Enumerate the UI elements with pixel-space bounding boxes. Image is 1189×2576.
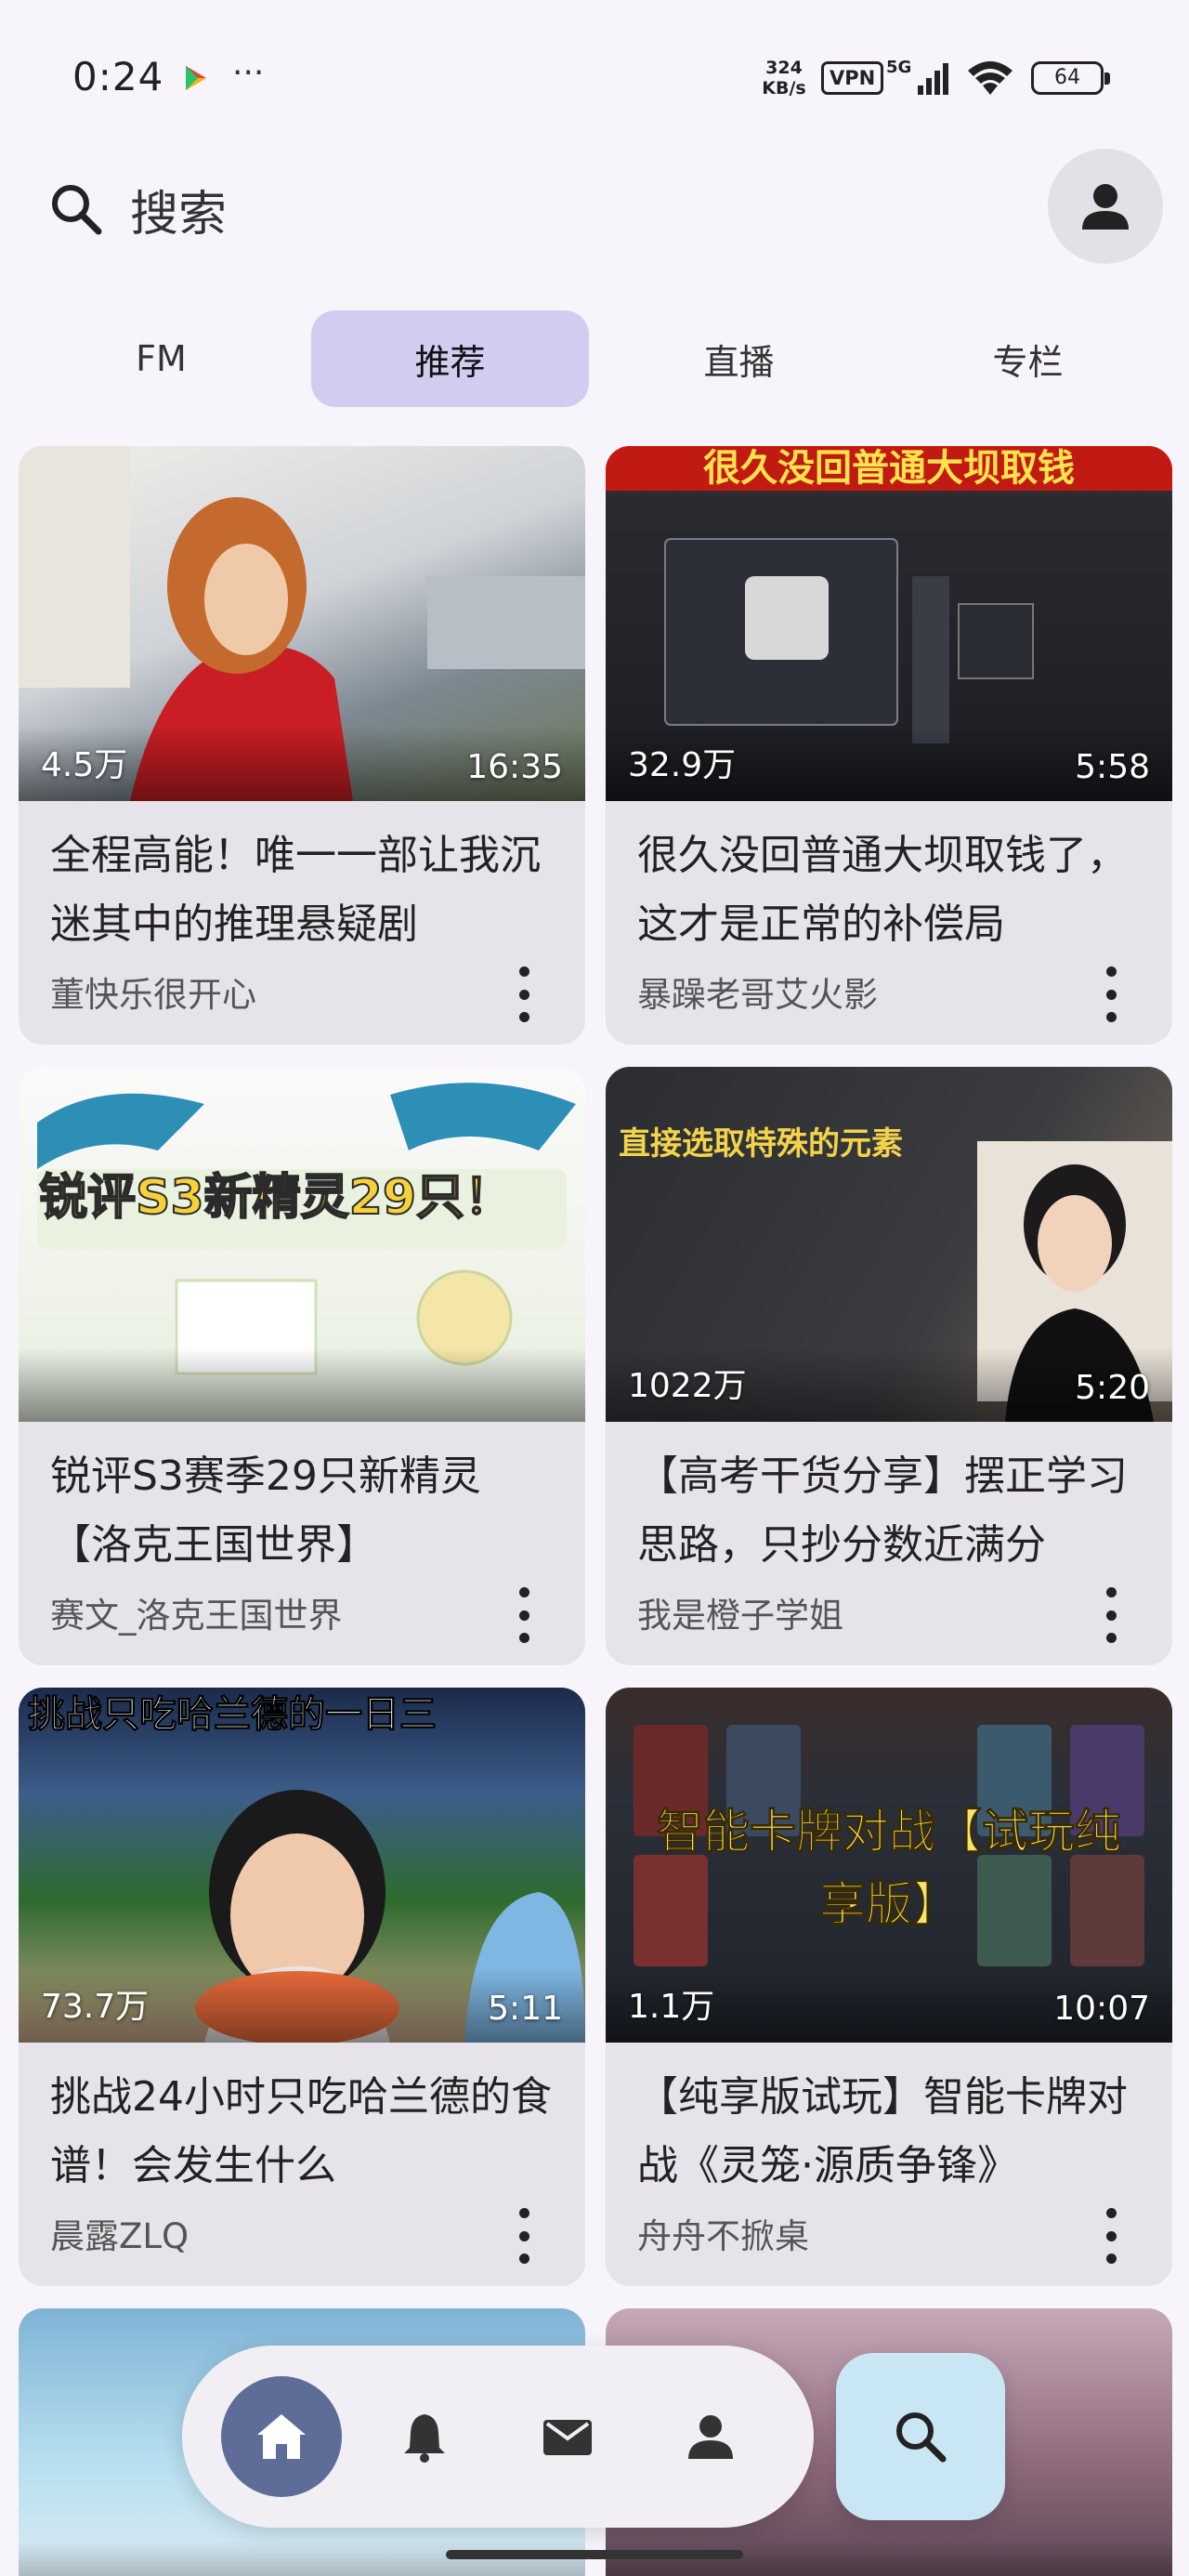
video-card[interactable]: 智能卡牌对战【试玩纯享版】 1.1万 10:07 【纯享版试玩】智能卡牌对战《灵… [606,1688,1172,2286]
network-speed-unit: KB/s [762,78,806,99]
mail-icon [543,2420,592,2455]
video-author[interactable]: 赛文_洛克王国世界 [50,1587,343,1637]
search-icon [896,2412,947,2463]
more-options-icon[interactable] [515,1587,533,1643]
bell-icon [404,2414,445,2463]
tab-live[interactable]: 直播 [594,310,883,407]
more-options-icon[interactable] [515,2208,533,2264]
battery-indicator: 64 [1031,61,1110,95]
video-card[interactable]: 挑战只吃哈兰德的一日三 73.7万 5:11 挑战24小时只吃哈兰德的食谱！会发… [19,1688,585,2286]
view-count: 32.9万 [628,746,737,784]
video-thumbnail: 很久没回普通大坝取钱 32.9万 5:58 [606,446,1172,801]
more-options-icon[interactable] [1102,1587,1120,1643]
video-thumbnail: 4.5万 16:35 [19,446,585,801]
wifi-icon [968,61,1013,95]
account-button[interactable] [1048,149,1163,264]
thumbnail-caption: 智能卡牌对战【试玩纯享版】 [657,1805,1122,1932]
more-options-icon[interactable] [515,966,533,1022]
nav-profile[interactable] [639,2365,782,2508]
video-title: 挑战24小时只吃哈兰德的食谱！会发生什么 [50,2073,552,2189]
video-author[interactable]: 董快乐很开心 [50,966,256,1017]
video-thumbnail: 直接选取特殊的元素 1022万 5:20 [606,1067,1172,1422]
home-icon [257,2414,306,2459]
video-card[interactable]: 锐评S3新精灵29只！ 锐评S3赛季29只新精灵【洛克王国世界】 赛文_洛克王国… [19,1067,585,1665]
network-speed: 324 KB/s [754,58,814,99]
video-author[interactable]: 暴躁老哥艾火影 [637,966,878,1017]
bottom-navigation [182,2346,814,2528]
video-title: 锐评S3赛季29只新精灵【洛克王国世界】 [50,1452,481,1569]
video-title: 全程高能！唯一一部让我沉迷其中的推理悬疑剧 [50,832,541,948]
tab-fm[interactable]: FM [17,310,306,407]
status-bar: 0:24 ··· 324 KB/s VPN 5G 64 [0,0,1189,158]
network-type: 5G [886,58,911,77]
video-title: 【纯享版试玩】智能卡牌对战《灵笼·源质争锋》 [637,2073,1128,2189]
video-duration: 5:20 [1075,1369,1150,1407]
video-title: 很久没回普通大坝取钱了，这才是正常的补偿局 [637,832,1128,948]
signal-icon: 5G [886,58,948,95]
tab-column[interactable]: 专栏 [883,310,1172,407]
search-icon [52,185,102,235]
video-thumbnail: 智能卡牌对战【试玩纯享版】 1.1万 10:07 [606,1688,1172,2043]
video-thumbnail: 挑战只吃哈兰德的一日三 73.7万 5:11 [19,1688,585,2043]
person-icon [1082,184,1129,230]
video-thumbnail: 锐评S3新精灵29只！ [19,1067,585,1422]
status-more-icon: ··· [232,54,265,92]
video-feed: 4.5万 16:35 全程高能！唯一一部让我沉迷其中的推理悬疑剧 董快乐很开心 … [19,446,1172,2576]
view-count: 1.1万 [628,1988,715,2026]
search-placeholder: 搜索 [130,186,228,243]
thumbnail-caption: 直接选取特殊的元素 [619,1125,903,1163]
video-duration: 5:11 [488,1990,563,2028]
thumbnail-illustration [37,1083,576,1375]
nav-search-button[interactable] [836,2353,1005,2520]
video-duration: 5:58 [1075,748,1150,786]
video-duration: 10:07 [1053,1990,1150,2028]
video-author[interactable]: 晨露ZLQ [50,2208,189,2258]
video-author[interactable]: 舟舟不掀桌 [637,2208,809,2258]
video-card[interactable]: 直接选取特殊的元素 1022万 5:20 【高考干货分享】摆正学习思路，只抄分数… [606,1067,1172,1665]
video-title: 【高考干货分享】摆正学习思路，只抄分数近满分 [637,1452,1128,1569]
view-count: 1022万 [628,1367,747,1405]
nav-messages[interactable] [496,2365,639,2508]
nav-home[interactable] [221,2376,342,2497]
status-time: 0:24 [72,54,164,99]
view-count: 4.5万 [41,746,128,784]
nav-notifications[interactable] [353,2365,496,2508]
home-indicator [446,2550,743,2559]
video-card[interactable]: 4.5万 16:35 全程高能！唯一一部让我沉迷其中的推理悬疑剧 董快乐很开心 [19,446,585,1045]
video-duration: 16:35 [466,748,563,786]
thumbnail-caption: 锐评S3新精灵29只！ [38,1170,514,1226]
category-tabs: FM 推荐 直播 专栏 [17,310,1172,407]
video-author[interactable]: 我是橙子学姐 [637,1587,843,1637]
tab-recommend[interactable]: 推荐 [311,310,589,407]
more-options-icon[interactable] [1102,2208,1120,2264]
search-bar[interactable]: 搜索 [46,167,567,251]
video-card[interactable]: 很久没回普通大坝取钱 32.9万 5:58 很久没回普通大坝取钱了，这才是正常的… [606,446,1172,1045]
more-options-icon[interactable] [1102,966,1120,1022]
view-count: 73.7万 [41,1988,150,2026]
play-store-icon [186,66,206,90]
network-speed-value: 324 [765,58,803,78]
person-icon [688,2415,733,2459]
vpn-badge: VPN [821,61,884,95]
